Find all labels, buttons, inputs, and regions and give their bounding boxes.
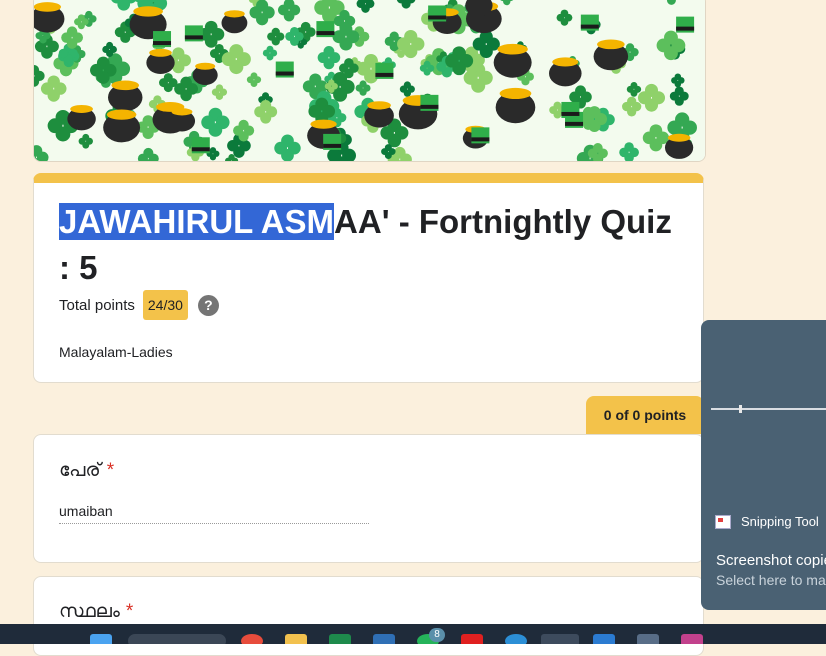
notification-body: Select here to ma xyxy=(716,572,826,588)
question-label: സ്ഥലം * xyxy=(59,601,133,623)
preview-marker xyxy=(739,405,742,413)
youtube-icon[interactable] xyxy=(461,634,483,644)
chrome-icon[interactable] xyxy=(241,634,263,644)
score-badge: 24/30 xyxy=(142,290,188,320)
section-points-tab: 0 of 0 points xyxy=(586,396,704,434)
question-title: പേര് xyxy=(59,460,101,481)
question-label: പേര് * xyxy=(59,460,114,482)
notification-app: Snipping Tool xyxy=(715,514,819,529)
excel-icon[interactable] xyxy=(329,634,351,644)
snipping-tool-icon xyxy=(715,514,731,529)
total-points-row: Total points 24/30 ? xyxy=(59,290,219,320)
snipping-tool-notification[interactable]: Snipping Tool Screenshot copie Select he… xyxy=(701,320,826,610)
required-asterisk: * xyxy=(125,601,134,622)
help-circle-icon[interactable]: ? xyxy=(197,294,219,316)
browser-icon[interactable] xyxy=(505,634,527,644)
windows-start-icon[interactable] xyxy=(90,634,112,644)
question-card-name: പേര് * umaiban xyxy=(33,434,704,563)
instagram-icon[interactable] xyxy=(681,634,703,644)
answer-field[interactable]: umaiban xyxy=(59,503,369,524)
shamrock-pattern-image xyxy=(34,0,705,161)
form-title-card: JAWAHIRUL ASMAA' - Fortnightly Quiz : 5 … xyxy=(33,173,704,383)
notification-heading: Screenshot copie xyxy=(716,552,826,569)
taskbar: 8 xyxy=(0,624,826,644)
edge-icon[interactable] xyxy=(541,634,579,644)
question-card-place: സ്ഥലം * xyxy=(33,576,704,656)
total-points-label: Total points xyxy=(59,296,135,314)
question-title: സ്ഥലം xyxy=(59,601,120,622)
file-explorer-icon[interactable] xyxy=(285,634,307,644)
preview-line xyxy=(711,408,826,410)
app-icon[interactable] xyxy=(637,634,659,644)
app-icon[interactable] xyxy=(373,634,395,644)
vscode-icon[interactable] xyxy=(593,634,615,644)
form-description: Malayalam-Ladies xyxy=(59,344,173,360)
form-header-image xyxy=(33,0,706,162)
form-title: JAWAHIRUL ASMAA' - Fortnightly Quiz : 5 xyxy=(59,199,689,291)
notification-count-badge: 8 xyxy=(429,628,445,642)
required-asterisk: * xyxy=(106,460,115,481)
selected-title-text: JAWAHIRUL ASM xyxy=(59,203,335,240)
notification-app-name: Snipping Tool xyxy=(741,514,819,529)
search-icon[interactable] xyxy=(128,634,226,644)
